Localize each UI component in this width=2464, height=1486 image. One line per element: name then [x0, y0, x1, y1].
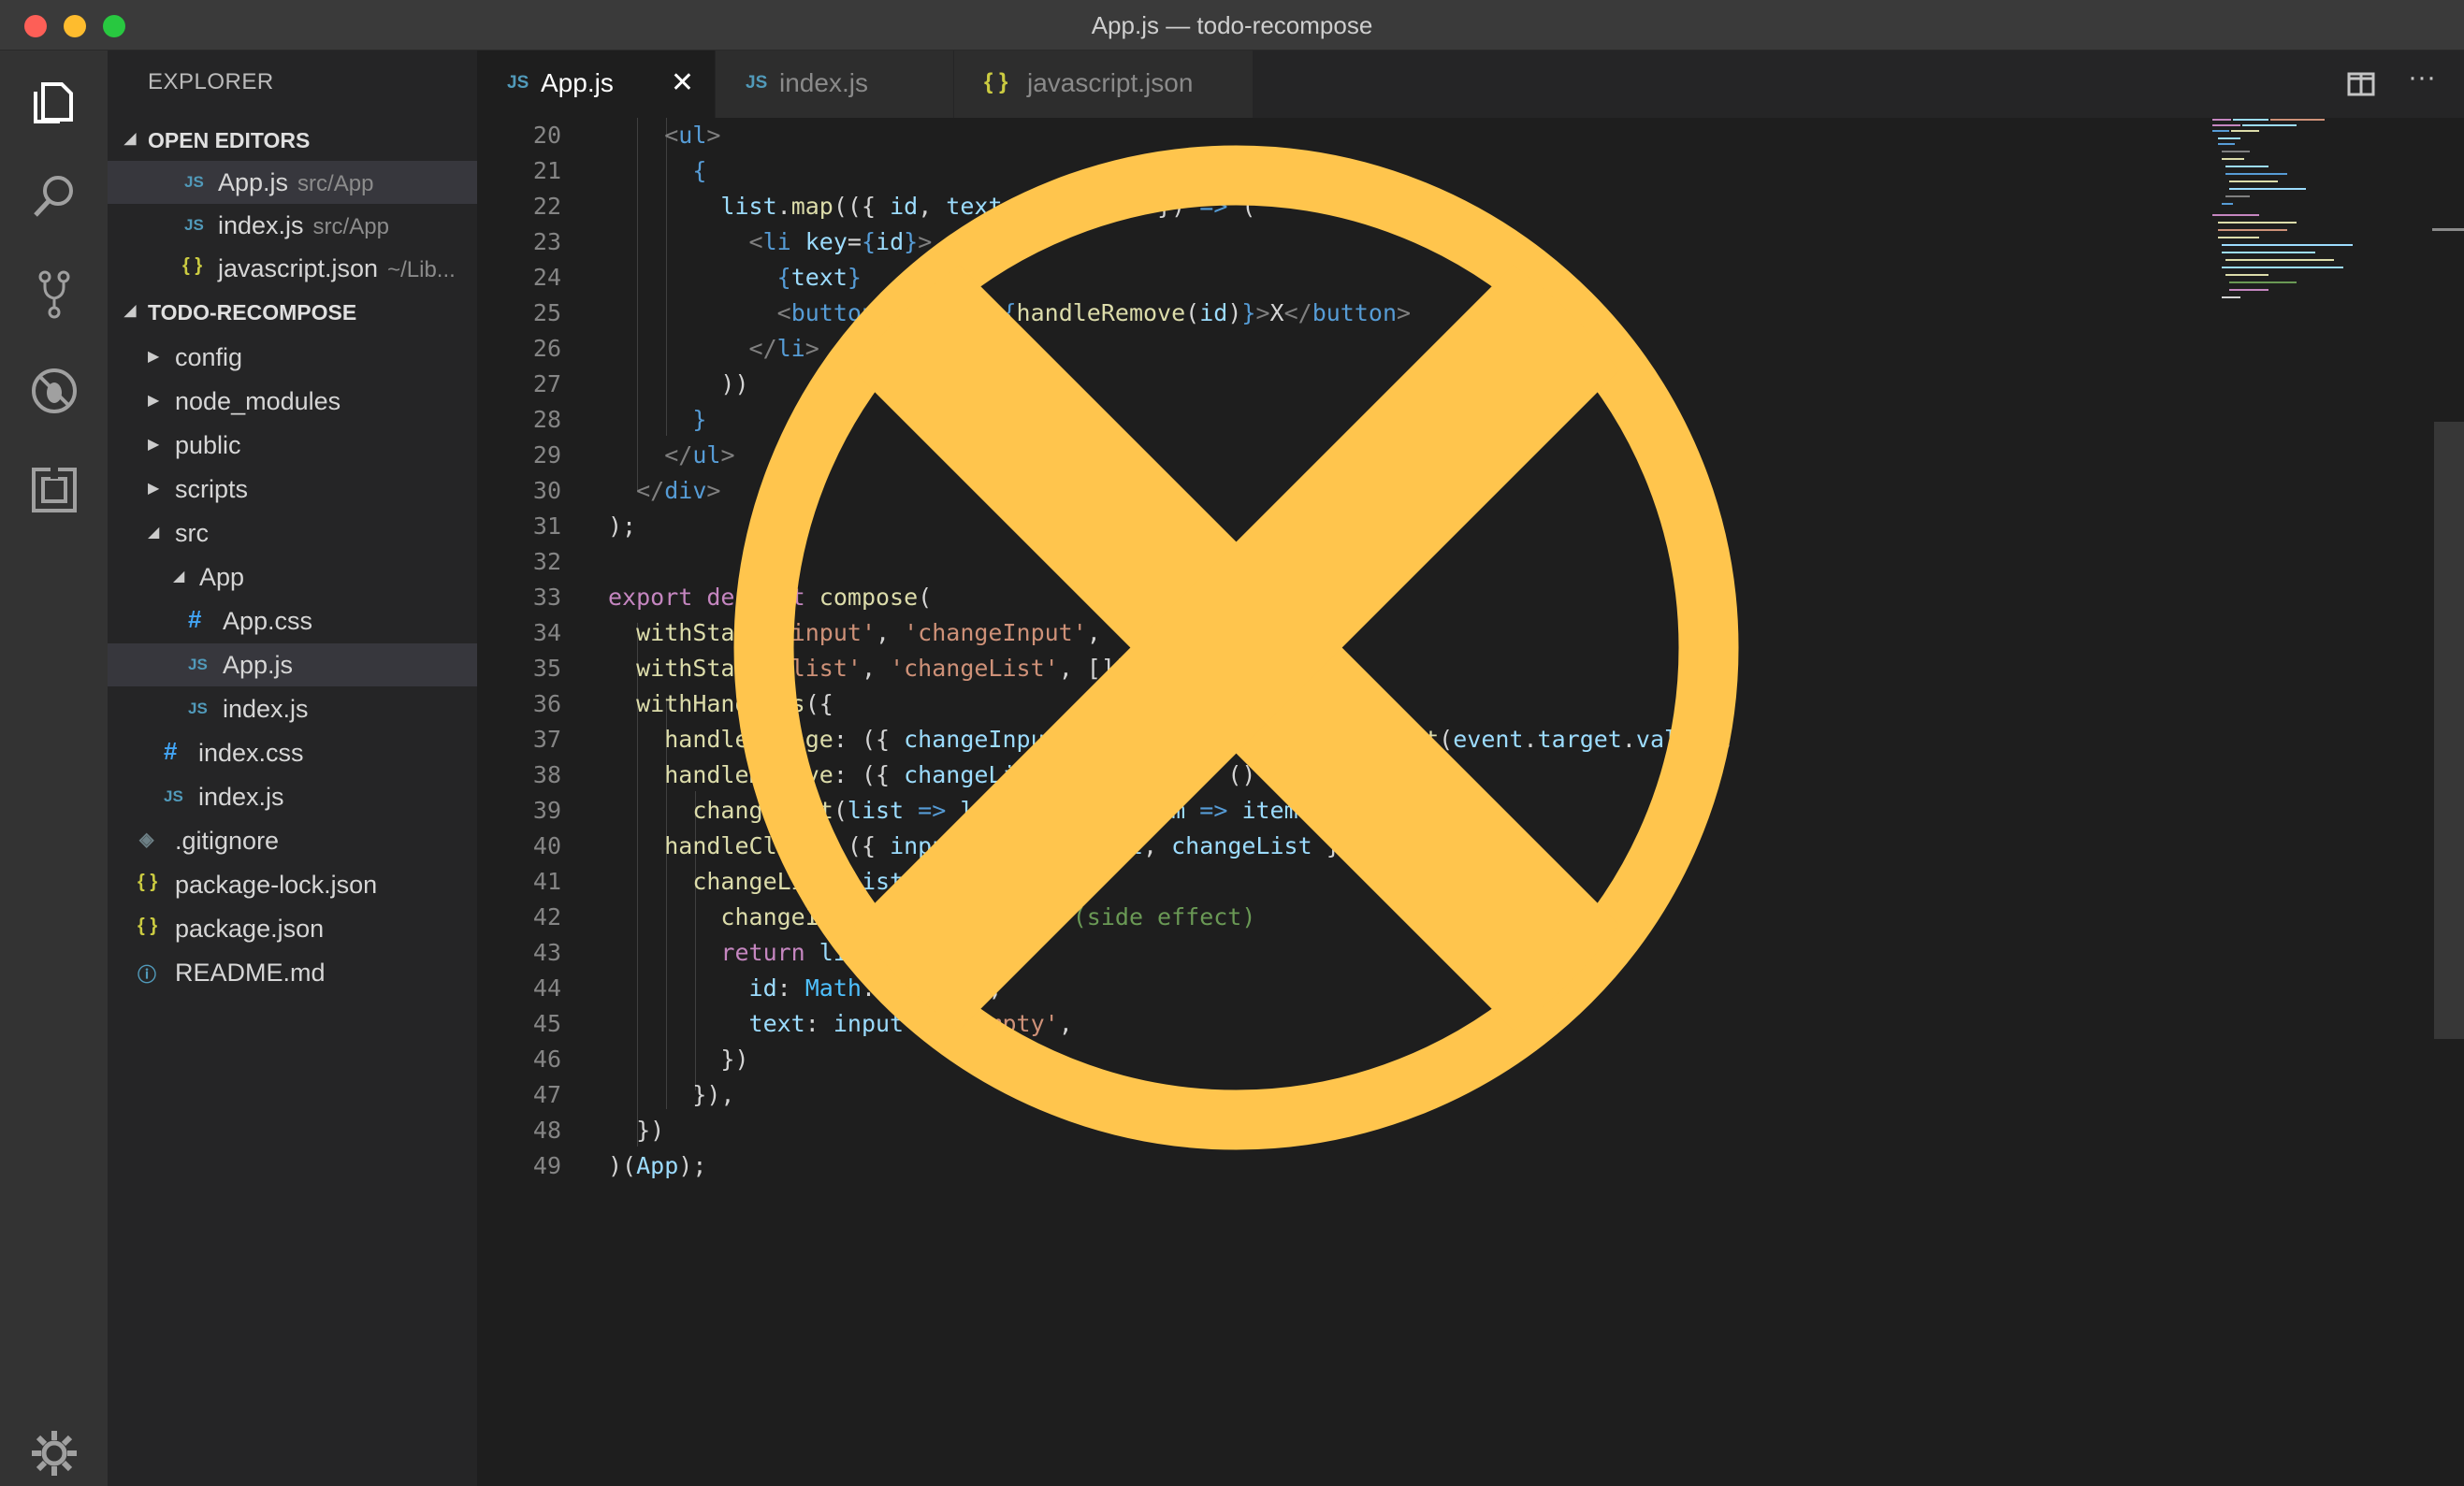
debug-icon[interactable] [26, 363, 82, 419]
chevron-right-icon: ▶ [148, 481, 160, 497]
javascript-file-icon: JS [746, 73, 768, 93]
code-line: }) [608, 1046, 749, 1073]
javascript-file-icon: JS [184, 173, 204, 191]
scrollbar-cursor-marker [2432, 228, 2464, 231]
tree-file-package-lock-json[interactable]: { } package-lock.json [108, 863, 477, 906]
code-line: ); [608, 512, 637, 540]
code-line: <button onClick={handleRemove(id)}>X</bu… [776, 299, 1412, 326]
explorer-sidebar: EXPLORER ◢ OPEN EDITORS JS App.js src/App… [108, 50, 477, 1486]
json-file-icon: { } [984, 69, 1008, 94]
tree-folder-node-modules[interactable]: ▶ node_modules [108, 380, 477, 423]
code-line: withHandlers({ [636, 690, 833, 717]
json-file-icon: { } [138, 916, 158, 936]
chevron-down-icon: ◢ [148, 525, 160, 541]
tree-folder-src[interactable]: ◢ src [108, 512, 477, 555]
chevron-right-icon: ▶ [148, 349, 160, 365]
code-line: return list.concat({ [720, 939, 1003, 966]
code-line: {text} [776, 264, 862, 291]
extensions-icon[interactable] [26, 462, 82, 518]
gear-icon[interactable] [26, 1425, 82, 1481]
code-line: </ul> [664, 441, 735, 469]
open-editor-item[interactable]: JS App.js src/App [108, 161, 477, 204]
tree-file-app-js[interactable]: JS App.js [108, 643, 477, 686]
tab-javascript-json[interactable]: { } javascript.json [954, 50, 1254, 118]
minimap[interactable] [2212, 118, 2381, 305]
tree-file-index-css[interactable]: # index.css [108, 731, 477, 774]
code-line: export default compose( [608, 584, 933, 611]
tree-file-gitignore[interactable]: ◈ .gitignore [108, 819, 477, 862]
code-line: id: Math.random(), [748, 974, 1003, 1002]
css-file-icon: # [188, 605, 202, 633]
vscode-window: App.js — todo-recompose EXPLORER ◢ OPEN … [0, 0, 2464, 1486]
explorer-header: EXPLORER [148, 69, 274, 94]
tree-folder-config[interactable]: ▶ config [108, 336, 477, 379]
chevron-down-icon: ◢ [124, 131, 137, 147]
info-icon: ⓘ [138, 965, 156, 986]
code-line: handleRemove: ({ changeList }) => id => … [664, 761, 1298, 788]
activity-bar [0, 50, 108, 1486]
project-section[interactable]: ◢ TODO-RECOMPOSE [108, 292, 477, 333]
code-line: <ul> [664, 122, 721, 149]
code-line: handleChange: ({ changeInput }) => event… [664, 726, 1735, 753]
open-editor-item[interactable]: { } javascript.json ~/Lib... [108, 247, 477, 290]
css-file-icon: # [164, 737, 178, 765]
code-line: changeInput('') // hacky (side effect) [720, 903, 1256, 931]
javascript-file-icon: JS [507, 73, 529, 93]
json-file-icon: { } [182, 255, 203, 276]
tree-folder-scripts[interactable]: ▶ scripts [108, 468, 477, 511]
more-actions-icon[interactable]: ··· [2408, 62, 2436, 94]
files-icon[interactable] [26, 73, 82, 129]
source-control-icon[interactable] [26, 266, 82, 322]
code-line: </li> [748, 335, 819, 362]
tree-folder-public[interactable]: ▶ public [108, 424, 477, 467]
tree-file-app-index-js[interactable]: JS index.js [108, 687, 477, 730]
code-editor[interactable]: 20 21 22 23 24 25 26 27 28 29 30 31 32 3… [477, 118, 2464, 1486]
code-line: }) [608, 1117, 665, 1144]
chevron-right-icon: ▶ [148, 393, 160, 409]
editor-tab-bar: JS App.js ✕ JS index.js { } javascript.j… [477, 50, 2464, 118]
code-line: handleClick: ({ input, changeInput, chan… [664, 832, 1482, 859]
code-line: withState('input', 'changeInput', ''), [636, 619, 1172, 646]
javascript-file-icon: JS [188, 656, 208, 673]
title-bar: App.js — todo-recompose [0, 0, 2464, 50]
code-line: changeList(list => list.filter(item => i… [692, 797, 1482, 824]
scrollbar-thumb[interactable] [2434, 422, 2464, 1039]
open-editor-item[interactable]: JS index.js src/App [108, 204, 477, 247]
close-icon[interactable]: ✕ [671, 66, 694, 99]
open-editors-section[interactable]: ◢ OPEN EDITORS [108, 120, 477, 161]
code-line: { [692, 157, 707, 184]
tab-app-js[interactable]: JS App.js ✕ [477, 50, 716, 118]
code-line: )(App); [608, 1152, 707, 1179]
code-line: text: input || 'empty', [748, 1010, 1073, 1037]
search-icon[interactable] [26, 168, 82, 224]
tree-file-package-json[interactable]: { } package.json [108, 907, 477, 950]
split-editor-icon[interactable] [2346, 69, 2376, 107]
code-line: </div> [636, 477, 721, 504]
chevron-right-icon: ▶ [148, 437, 160, 453]
json-file-icon: { } [138, 872, 158, 892]
code-line: withState('list', 'changeList', []), [636, 655, 1143, 682]
tab-index-js[interactable]: JS index.js [716, 50, 954, 118]
code-line: } [692, 406, 707, 433]
javascript-file-icon: JS [184, 216, 204, 234]
tree-file-index-js[interactable]: JS index.js [108, 775, 477, 818]
chevron-down-icon: ◢ [173, 569, 185, 584]
git-file-icon: ◈ [139, 830, 154, 850]
javascript-file-icon: JS [164, 787, 183, 805]
window-title: App.js — todo-recompose [1091, 11, 1373, 39]
tree-file-readme-md[interactable]: ⓘ README.md [108, 951, 477, 994]
tree-folder-app[interactable]: ◢ App [108, 555, 477, 599]
code-line: )) [608, 370, 749, 397]
code-line: list.map(({ id, text, complete }) => ( [720, 193, 1256, 220]
code-line: }), [608, 1081, 735, 1108]
tree-file-app-css[interactable]: # App.css [108, 599, 477, 642]
javascript-file-icon: JS [188, 700, 208, 717]
chevron-down-icon: ◢ [124, 303, 137, 319]
code-line: changeList(list => { [692, 868, 975, 895]
code-line: <li key={id}> [748, 228, 933, 255]
